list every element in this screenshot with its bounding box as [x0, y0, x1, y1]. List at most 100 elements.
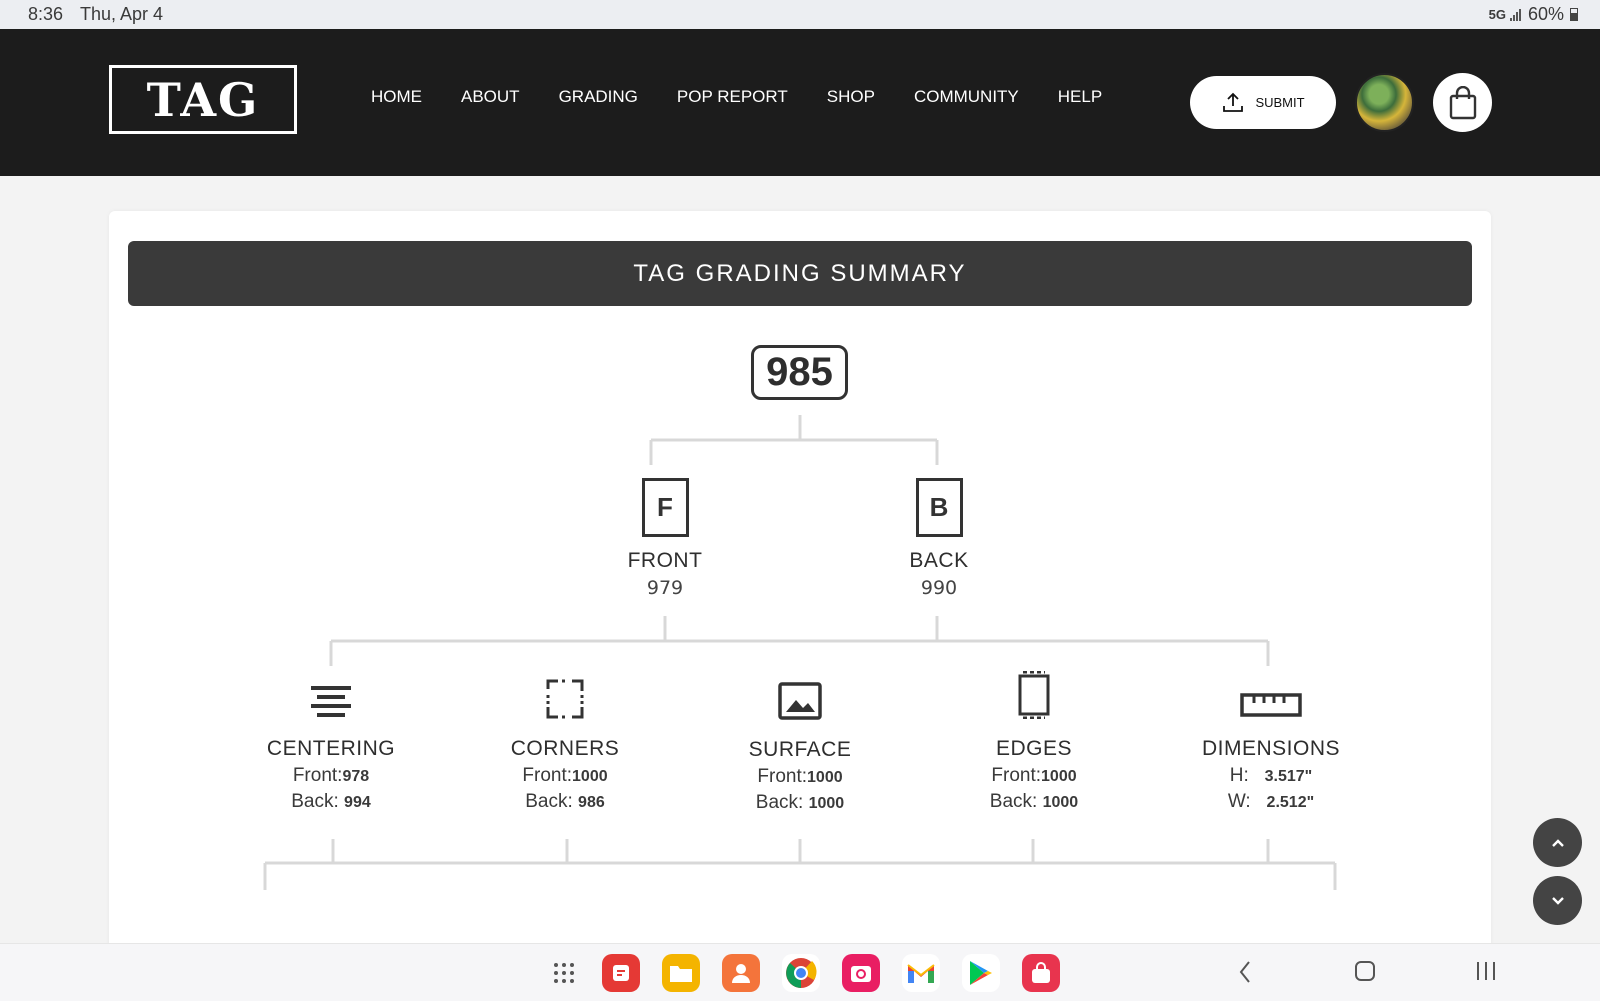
cart-button[interactable]	[1433, 73, 1492, 132]
status-date: Thu, Apr 4	[80, 4, 164, 24]
edges-back: Back: 1000	[934, 791, 1134, 813]
surface-label: SURFACE	[748, 738, 852, 761]
edges-icon	[1018, 671, 1050, 719]
chrome-app[interactable]	[782, 954, 820, 992]
back-label: BACK	[909, 549, 969, 572]
front-value: 979	[646, 577, 684, 599]
corners-front-value: 1000	[572, 768, 608, 785]
tree-connectors	[263, 415, 1337, 890]
edges-front-label: Front:	[991, 765, 1042, 786]
galaxy-store-app[interactable]	[1022, 954, 1060, 992]
nav-shop[interactable]: SHOP	[827, 87, 875, 107]
metric-surface: SURFACE Front:1000 Back: 1000	[700, 670, 900, 814]
contacts-icon	[732, 964, 750, 983]
files-icon	[670, 966, 692, 982]
dimensions-height-label: H:	[1229, 765, 1249, 786]
surface-front-label: Front:	[757, 766, 808, 787]
submit-label: SUBMIT	[1255, 95, 1305, 110]
logo-text: TAG	[146, 72, 260, 127]
status-indicators: 5G 60%	[1489, 4, 1578, 25]
back-icon: B	[915, 478, 963, 537]
app-drawer-icon	[554, 963, 574, 983]
surface-icon	[778, 682, 822, 720]
nav-back-button[interactable]	[1235, 958, 1255, 990]
nav-recents-button[interactable]	[1475, 960, 1497, 986]
surface-front: Front:1000	[700, 766, 900, 788]
taskbar-dock	[0, 943, 1600, 1001]
nav-help[interactable]: HELP	[1058, 87, 1102, 107]
gmail-app[interactable]	[902, 954, 940, 992]
notes-app[interactable]	[602, 954, 640, 992]
metric-corners: CORNERS Front:1000 Back: 986	[465, 669, 665, 813]
metric-edges: EDGES Front:1000 Back: 1000	[934, 669, 1134, 813]
app-drawer-button[interactable]	[545, 954, 583, 992]
main-nav: HOME ABOUT GRADING POP REPORT SHOP COMMU…	[371, 87, 1141, 107]
dimensions-width-value: 2.512"	[1266, 794, 1315, 811]
files-app[interactable]	[662, 954, 700, 992]
nav-home-button[interactable]	[1355, 961, 1375, 985]
nav-home[interactable]: HOME	[371, 87, 422, 107]
corners-back-label: Back:	[525, 791, 573, 812]
scroll-down-button[interactable]	[1533, 876, 1582, 925]
back-icon	[1239, 961, 1250, 983]
edges-back-label: Back:	[989, 791, 1038, 812]
notes-icon	[613, 965, 629, 981]
nav-pop-report[interactable]: POP REPORT	[677, 87, 788, 107]
surface-front-value: 1000	[807, 769, 843, 786]
avatar[interactable]	[1355, 73, 1414, 132]
centering-front-value: 978	[342, 768, 370, 785]
dimensions-label: DIMENSIONS	[1201, 737, 1340, 760]
ruler-icon	[1240, 693, 1302, 717]
edges-label: EDGES	[995, 737, 1073, 760]
upload-icon	[1223, 92, 1244, 112]
centering-label: CENTERING	[266, 737, 396, 760]
nav-community[interactable]: COMMUNITY	[914, 87, 1019, 107]
scroll-up-button[interactable]	[1533, 818, 1582, 867]
corners-back: Back: 986	[465, 791, 665, 813]
back-value: 990	[920, 577, 958, 599]
front-icon: F	[641, 478, 689, 537]
home-icon	[1355, 961, 1375, 981]
edges-front: Front:1000	[934, 765, 1134, 787]
metric-dimensions: DIMENSIONS H: 3.517" W: 2.512"	[1171, 669, 1371, 813]
submit-button[interactable]: SUBMIT	[1190, 76, 1336, 129]
nav-grading[interactable]: GRADING	[559, 87, 638, 107]
gmail-icon	[907, 964, 935, 983]
status-bar: 8:36 Thu, Apr 4 5G 60%	[0, 0, 1600, 29]
recents-icon	[1477, 962, 1495, 980]
dimensions-width: W: 2.512"	[1171, 791, 1371, 813]
tag-logo[interactable]: TAG	[109, 65, 297, 134]
contacts-app[interactable]	[722, 954, 760, 992]
battery-percent: 60%	[1527, 4, 1564, 24]
chevron-down-icon	[1551, 896, 1564, 905]
front-node: F FRONT 979	[595, 478, 735, 599]
front-label: FRONT	[627, 549, 703, 572]
overall-score: 985	[751, 345, 848, 400]
signal-icon	[1509, 8, 1521, 21]
battery-icon	[1570, 8, 1578, 21]
centering-back-label: Back:	[291, 791, 339, 812]
corners-label: CORNERS	[510, 737, 620, 760]
centering-front: Front:978	[231, 765, 431, 787]
nav-about[interactable]: ABOUT	[461, 87, 520, 107]
corners-front: Front:1000	[465, 765, 665, 787]
metric-centering: CENTERING Front:978 Back: 994	[231, 669, 431, 813]
play-store-app[interactable]	[962, 954, 1000, 992]
status-time: 8:36	[28, 4, 64, 24]
back-node: B BACK 990	[869, 478, 1009, 599]
centering-icon	[311, 686, 351, 717]
camera-app[interactable]	[842, 954, 880, 992]
galaxy-store-icon	[1032, 962, 1050, 983]
corners-icon	[546, 679, 584, 719]
dimensions-width-label: W:	[1227, 791, 1251, 812]
edges-back-value: 1000	[1042, 794, 1079, 811]
surface-back: Back: 1000	[700, 792, 900, 814]
camera-icon	[851, 966, 871, 982]
chrome-icon	[786, 958, 817, 988]
surface-back-value: 1000	[808, 795, 845, 812]
shopping-bag-icon	[1449, 85, 1476, 119]
centering-front-label: Front:	[292, 765, 343, 786]
chevron-up-icon	[1551, 838, 1564, 847]
centering-back: Back: 994	[231, 791, 431, 813]
edges-front-value: 1000	[1041, 768, 1077, 785]
